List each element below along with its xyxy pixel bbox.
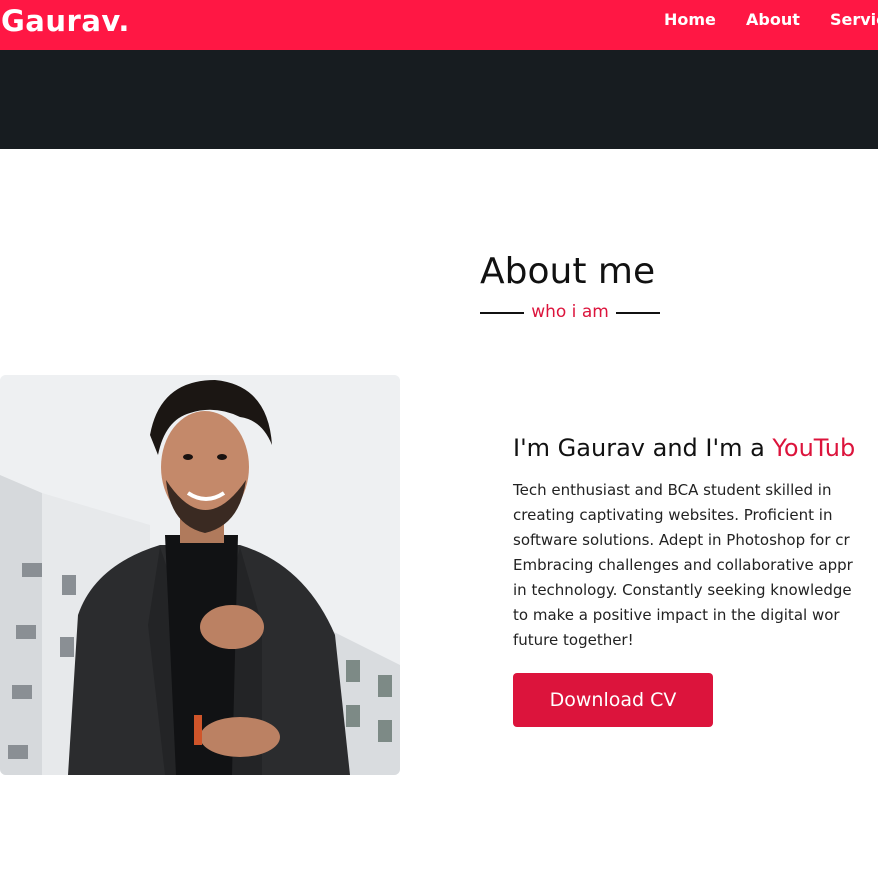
nav-link-service[interactable]: Service <box>830 10 878 29</box>
bio-line: Tech enthusiast and BCA student skilled … <box>513 481 832 499</box>
intro-heading-prefix: I'm Gaurav and I'm a <box>513 434 773 462</box>
bio-text: Tech enthusiast and BCA student skilled … <box>513 478 878 653</box>
subtitle-divider-left <box>480 312 524 314</box>
section-subtitle-group: who i am <box>480 300 660 326</box>
bio-line: creating captivating websites. Proficien… <box>513 506 833 524</box>
hero-banner <box>0 50 878 149</box>
navbar: Gaurav. Home About Service <box>0 0 878 50</box>
profile-photo <box>0 375 400 775</box>
bio-line: in technology. Constantly seeking knowle… <box>513 581 852 599</box>
bio-line: Embracing challenges and collaborative a… <box>513 556 853 574</box>
nav-link-about[interactable]: About <box>746 10 800 29</box>
bio-line: software solutions. Adept in Photoshop f… <box>513 531 850 549</box>
site-logo[interactable]: Gaurav. <box>1 3 130 39</box>
intro-heading: I'm Gaurav and I'm a YouTub <box>513 432 855 464</box>
intro-heading-role: YouTub <box>772 434 856 462</box>
nav-item-about: About <box>746 10 800 30</box>
nav-item-service: Service <box>830 10 878 30</box>
nav-item-home: Home <box>664 10 716 30</box>
section-title: About me <box>480 251 656 292</box>
nav-menu: Home About Service <box>664 10 878 30</box>
section-subtitle: who i am <box>531 302 609 322</box>
bio-line: to make a positive impact in the digital… <box>513 606 840 624</box>
nav-link-home[interactable]: Home <box>664 10 716 29</box>
download-cv-button[interactable]: Download CV <box>513 673 713 727</box>
bio-line: future together! <box>513 631 634 649</box>
subtitle-divider-right <box>616 312 660 314</box>
